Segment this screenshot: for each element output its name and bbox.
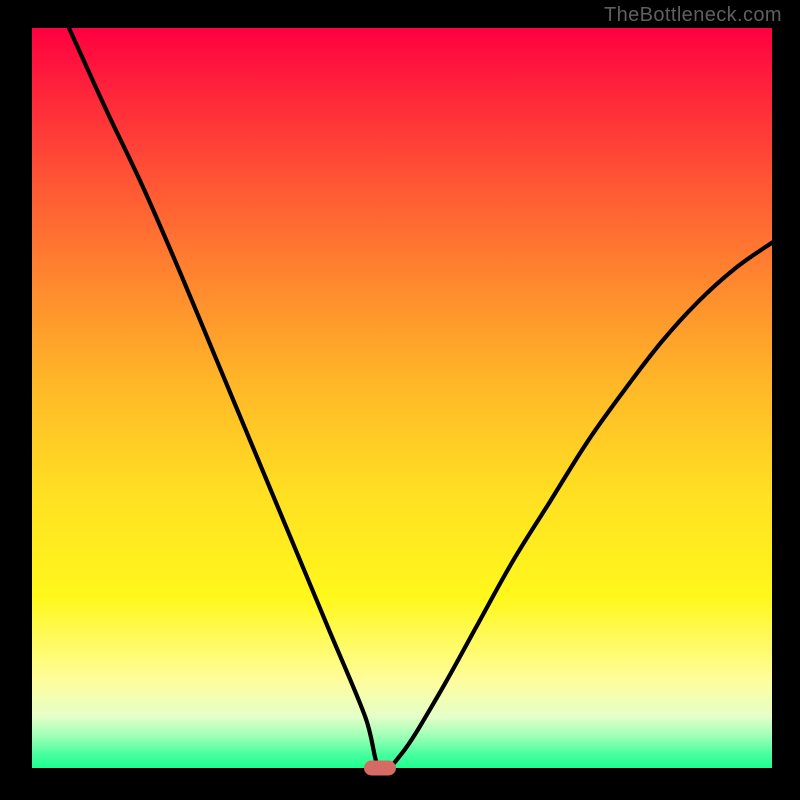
optimal-point-marker xyxy=(364,761,396,776)
chart-frame: TheBottleneck.com xyxy=(0,0,800,800)
curve-path xyxy=(69,28,772,770)
watermark-text: TheBottleneck.com xyxy=(604,4,782,27)
bottleneck-curve xyxy=(32,28,772,768)
